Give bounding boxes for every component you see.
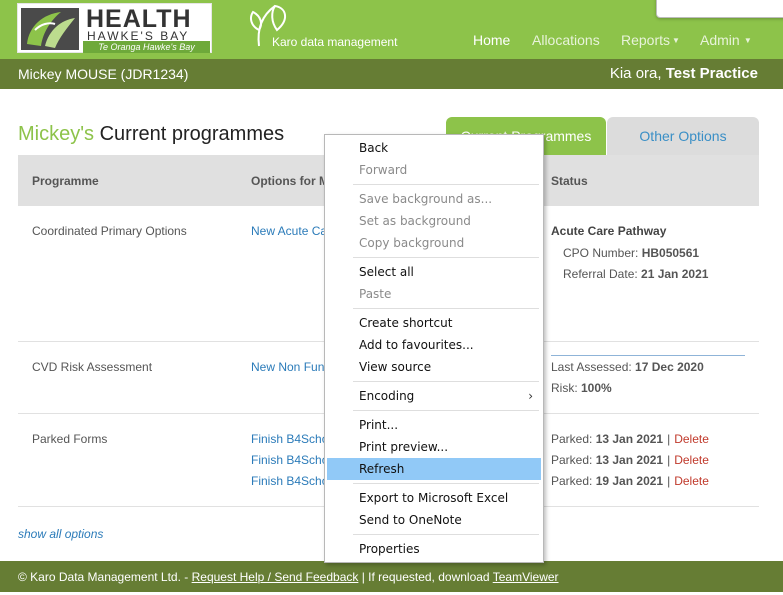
- status-detail: Referral Date: 21 Jan 2021: [563, 267, 708, 281]
- menu-separator: [353, 381, 539, 382]
- parked-label: Parked:: [551, 432, 596, 446]
- column-header-options: Options for M: [251, 174, 329, 188]
- chevron-right-icon: ›: [528, 389, 533, 403]
- detail-label: Risk:: [551, 381, 581, 395]
- option-link[interactable]: Finish B4Scho: [251, 432, 328, 446]
- page-title: Mickey's Current programmes: [18, 123, 284, 146]
- logo-tagline: Te Oranga Hawke's Bay: [83, 41, 210, 53]
- parked-entry: Parked: 19 Jan 2021 | Delete: [551, 474, 709, 488]
- menu-separator: [353, 483, 539, 484]
- detail-value: HB050561: [641, 246, 700, 260]
- menu-item-send-to-onenote[interactable]: Send to OneNote: [327, 509, 541, 531]
- menu-item-add-to-favourites[interactable]: Add to favourites...: [327, 334, 541, 356]
- option-link[interactable]: Finish B4Scho: [251, 474, 328, 488]
- nav-admin[interactable]: Admin ▼: [700, 32, 752, 48]
- parked-entry: Parked: 13 Jan 2021 | Delete: [551, 453, 709, 467]
- menu-item-select-all[interactable]: Select all: [327, 261, 541, 283]
- menu-item-forward[interactable]: Forward: [327, 159, 541, 181]
- nav-reports-label: Reports: [621, 32, 671, 48]
- caret-down-icon: ▼: [672, 36, 680, 45]
- brand-text: Karo data management: [272, 35, 398, 49]
- footer-prefix: © Karo Data Management Ltd. -: [18, 570, 192, 584]
- detail-value: 21 Jan 2021: [641, 267, 709, 281]
- status-detail: CPO Number: HB050561: [563, 246, 699, 260]
- separator: |: [667, 474, 671, 488]
- menu-item-view-source[interactable]: View source: [327, 356, 541, 378]
- programme-name: Coordinated Primary Options: [32, 224, 187, 238]
- caret-down-icon: ▼: [741, 36, 752, 45]
- programme-name: Parked Forms: [32, 432, 108, 446]
- request-help-link[interactable]: Request Help / Send Feedback: [192, 570, 359, 584]
- menu-separator: [353, 184, 539, 185]
- menu-item-paste[interactable]: Paste: [327, 283, 541, 305]
- column-header-status: Status: [551, 174, 588, 188]
- status-detail: Risk: 100%: [551, 381, 612, 395]
- column-header-programme: Programme: [32, 174, 99, 188]
- footer-middle: | If requested, download: [358, 570, 493, 584]
- menu-item-encoding[interactable]: Encoding ›: [327, 385, 541, 407]
- option-link[interactable]: New Acute Ca: [251, 224, 327, 238]
- option-link[interactable]: New Non Fun: [251, 360, 324, 374]
- menu-item-encoding-label: Encoding: [359, 389, 415, 403]
- parked-entry: Parked: 13 Jan 2021 | Delete: [551, 432, 709, 446]
- menu-item-properties[interactable]: Properties: [327, 538, 541, 560]
- menu-item-print[interactable]: Print...: [327, 414, 541, 436]
- menu-separator: [353, 257, 539, 258]
- parked-date: 13 Jan 2021: [595, 432, 664, 446]
- menu-separator: [353, 534, 539, 535]
- practice-name: Test Practice: [665, 65, 758, 82]
- separator: |: [667, 453, 671, 467]
- greeting-text: Kia ora,: [609, 65, 666, 82]
- menu-item-print-preview[interactable]: Print preview...: [327, 436, 541, 458]
- status-detail: Last Assessed: 17 Dec 2020: [551, 360, 704, 374]
- menu-separator: [353, 308, 539, 309]
- menu-item-back[interactable]: Back: [327, 137, 541, 159]
- delete-link[interactable]: Delete: [674, 474, 709, 488]
- detail-label: Referral Date:: [563, 267, 642, 281]
- detail-value: 17 Dec 2020: [635, 360, 704, 374]
- detail-value: 100%: [581, 381, 612, 395]
- patient-name: Mickey MOUSE (JDR1234): [18, 66, 189, 82]
- footer: © Karo Data Management Ltd. - Request He…: [0, 561, 783, 592]
- menu-item-create-shortcut[interactable]: Create shortcut: [327, 312, 541, 334]
- programme-name: CVD Risk Assessment: [32, 360, 153, 374]
- delete-link[interactable]: Delete: [674, 432, 709, 446]
- nav-reports[interactable]: Reports ▼: [621, 32, 680, 48]
- separator: |: [667, 432, 671, 446]
- page-title-name: Mickey's: [18, 123, 95, 145]
- page-title-rest: Current programmes: [94, 123, 285, 145]
- nav-allocations[interactable]: Allocations: [532, 32, 600, 48]
- nav-home[interactable]: Home: [473, 32, 510, 48]
- detail-label: CPO Number:: [563, 246, 642, 260]
- delete-link[interactable]: Delete: [674, 453, 709, 467]
- app-header: HEALTH HAWKE'S BAY Te Oranga Hawke's Bay…: [0, 0, 783, 59]
- parked-label: Parked:: [551, 453, 596, 467]
- option-link[interactable]: Finish B4Scho: [251, 453, 328, 467]
- context-menu: Back Forward Save background as... Set a…: [324, 134, 544, 563]
- menu-item-copy-background[interactable]: Copy background: [327, 232, 541, 254]
- menu-item-export-excel[interactable]: Export to Microsoft Excel: [327, 487, 541, 509]
- menu-separator: [353, 410, 539, 411]
- teamviewer-link[interactable]: TeamViewer: [493, 570, 559, 584]
- parked-date: 13 Jan 2021: [595, 453, 664, 467]
- detail-label: Last Assessed:: [551, 360, 636, 374]
- show-all-options-link[interactable]: show all options: [18, 527, 103, 541]
- parked-label: Parked:: [551, 474, 596, 488]
- menu-item-set-background[interactable]: Set as background: [327, 210, 541, 232]
- nav-admin-label: Admin: [700, 32, 740, 48]
- greeting: Kia ora, Test Practice: [610, 65, 758, 82]
- tab-other-options[interactable]: Other Options: [607, 117, 759, 155]
- parked-date: 19 Jan 2021: [595, 474, 664, 488]
- leaf-logo-icon: [21, 8, 79, 50]
- status-title: Acute Care Pathway: [551, 224, 667, 238]
- overlay-panel-edge: [656, 0, 783, 18]
- footer-text: © Karo Data Management Ltd. - Request He…: [18, 570, 559, 584]
- health-hawkes-bay-logo[interactable]: HEALTH HAWKE'S BAY Te Oranga Hawke's Bay: [17, 3, 212, 53]
- menu-item-refresh[interactable]: Refresh: [327, 458, 541, 480]
- menu-item-save-background[interactable]: Save background as...: [327, 188, 541, 210]
